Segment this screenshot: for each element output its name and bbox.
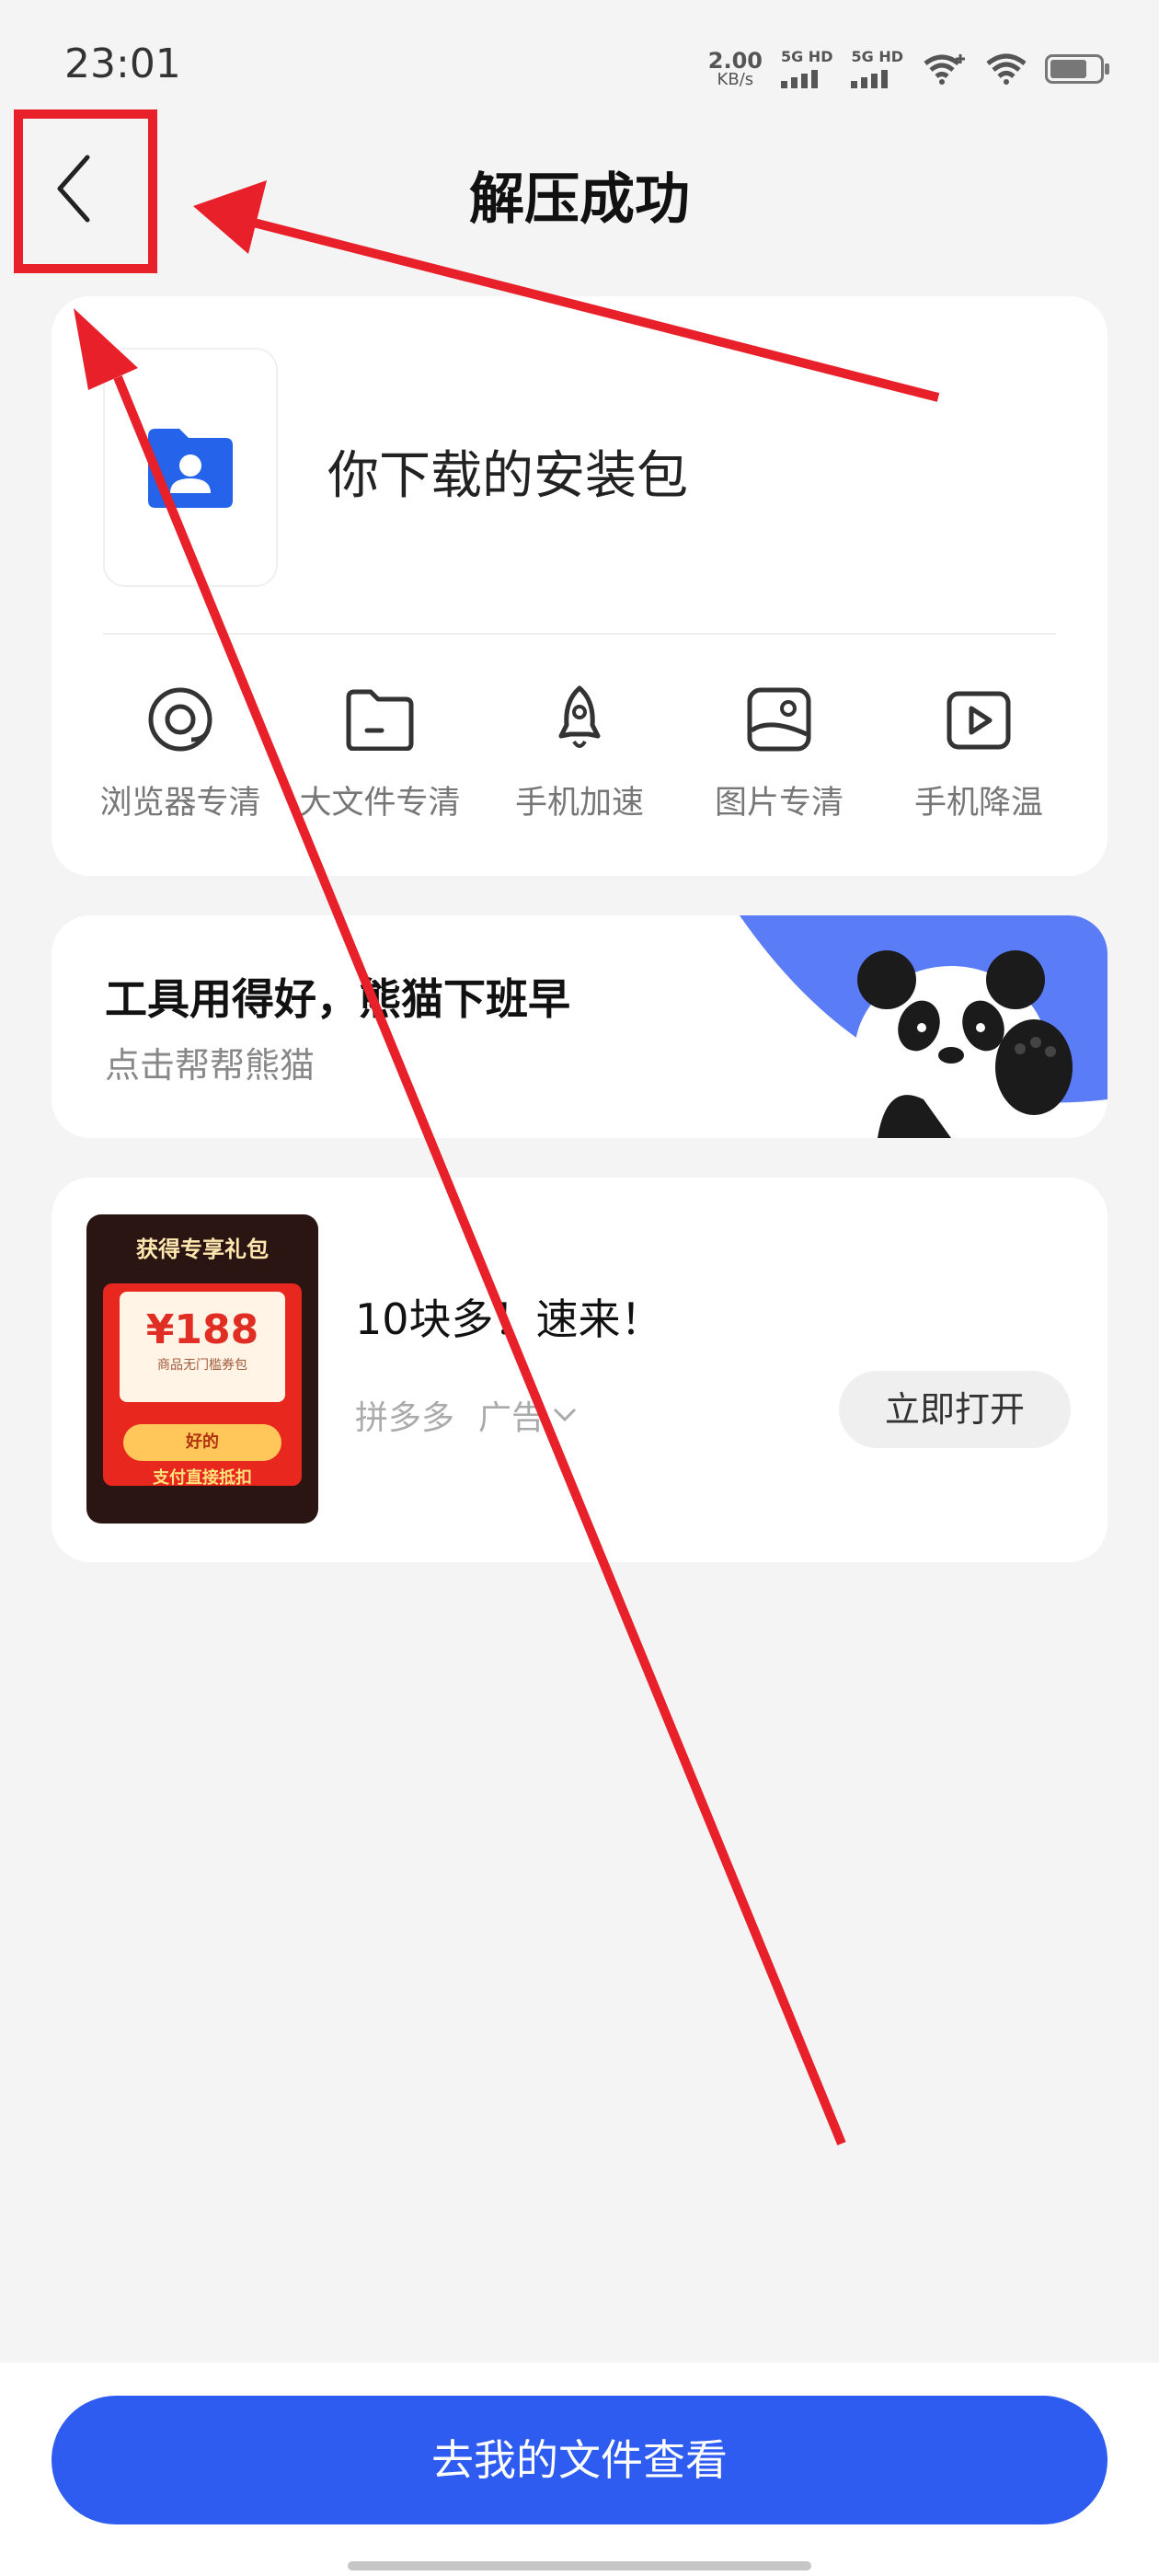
ad-pay-text: 支付直接抵扣 bbox=[153, 1468, 252, 1488]
ad-ok-button: 好的 bbox=[123, 1424, 281, 1461]
status-time: 23:01 bbox=[64, 40, 181, 87]
tool-label: 大文件专清 bbox=[299, 785, 461, 822]
open-now-button[interactable]: 立即打开 bbox=[839, 1371, 1071, 1448]
status-bar: 23:01 2.00 KB/s 5G HD 5G HD bbox=[0, 0, 1159, 138]
page-title: 解压成功 bbox=[469, 167, 690, 232]
image-icon bbox=[747, 687, 811, 752]
wifi-icon bbox=[986, 53, 1027, 85]
header: 解压成功 bbox=[0, 138, 1159, 239]
tools-row: 浏览器专清 大文件专清 手机加速 图片专清 手机降温 bbox=[88, 683, 1071, 823]
view-my-files-button[interactable]: 去我的文件查看 bbox=[52, 2396, 1107, 2524]
network-speed-value: 2.00 bbox=[707, 48, 763, 74]
tool-label: 图片专清 bbox=[714, 785, 843, 822]
ad-title: 10块多！速来！ bbox=[355, 1294, 663, 1344]
battery-icon bbox=[1045, 54, 1109, 84]
signal-sim1-label: 5G HD bbox=[780, 48, 833, 65]
ad-coupon-note: 商品无门槛券包 bbox=[157, 1358, 247, 1373]
signal-bars-icon bbox=[851, 68, 889, 88]
ad-tag-label: 广告 bbox=[478, 1399, 545, 1437]
tool-phone-cooling[interactable]: 手机降温 bbox=[887, 683, 1071, 823]
tool-large-file-clean[interactable]: 大文件专清 bbox=[288, 683, 472, 823]
tool-phone-speedup[interactable]: 手机加速 bbox=[488, 683, 671, 823]
tool-label: 手机加速 bbox=[514, 785, 644, 822]
status-icons: 2.00 KB/s 5G HD 5G HD bbox=[708, 46, 1109, 92]
play-icon bbox=[947, 691, 1011, 750]
tool-browser-clean[interactable]: 浏览器专清 bbox=[88, 683, 272, 823]
battery-level bbox=[1050, 60, 1086, 78]
bottom-bar: 去我的文件查看 bbox=[0, 2363, 1159, 2576]
ad-meta: 拼多多 广告 bbox=[355, 1391, 578, 1439]
ad-coupon: ¥188 商品无门槛券包 bbox=[120, 1292, 285, 1402]
ad-tag[interactable]: 广告 bbox=[478, 1391, 578, 1439]
promo-card[interactable]: 工具用得好，熊猫下班早 点击帮帮熊猫 bbox=[52, 915, 1107, 1138]
promo-subtitle: 点击帮帮熊猫 bbox=[105, 1045, 316, 1086]
ad-thumbnail-title: 获得专享礼包 bbox=[136, 1236, 269, 1262]
chevron-down-icon bbox=[553, 1408, 577, 1422]
signal-sim2-label: 5G HD bbox=[851, 48, 903, 65]
tool-image-clean[interactable]: 图片专清 bbox=[687, 683, 871, 823]
network-speed: 2.00 KB/s bbox=[708, 50, 763, 88]
wifi-plus-icon bbox=[924, 54, 965, 85]
network-speed-unit: KB/s bbox=[717, 70, 754, 89]
browser-icon bbox=[148, 687, 212, 752]
rocket-icon bbox=[558, 685, 601, 748]
ad-thumbnail[interactable]: 获得专享礼包 ¥188 商品无门槛券包 好的 支付直接抵扣 bbox=[86, 1214, 318, 1524]
ad-source: 拼多多 bbox=[355, 1399, 455, 1437]
folder-user-icon bbox=[148, 429, 233, 508]
package-label[interactable]: 你下载的安装包 bbox=[327, 434, 688, 509]
home-indicator[interactable] bbox=[348, 2561, 811, 2570]
folder-icon bbox=[346, 689, 414, 751]
promo-title: 工具用得好，熊猫下班早 bbox=[105, 974, 570, 1024]
signal-sim2: 5G HD bbox=[851, 50, 903, 88]
panda-illustration bbox=[740, 915, 1107, 1138]
signal-sim1: 5G HD bbox=[780, 48, 833, 88]
divider bbox=[103, 633, 1056, 635]
package-tile[interactable] bbox=[103, 348, 278, 587]
tool-label: 手机降温 bbox=[913, 785, 1043, 822]
package-card: 你下载的安装包 浏览器专清 大文件专清 手机加速 图片专清 手机降温 bbox=[52, 296, 1107, 876]
ad-coupon-price: ¥188 bbox=[145, 1306, 259, 1353]
ad-card[interactable]: 获得专享礼包 ¥188 商品无门槛券包 好的 支付直接抵扣 10块多！速来！ 拼… bbox=[52, 1178, 1107, 1562]
signal-bars-icon bbox=[780, 68, 818, 88]
tool-label: 浏览器专清 bbox=[99, 785, 261, 822]
